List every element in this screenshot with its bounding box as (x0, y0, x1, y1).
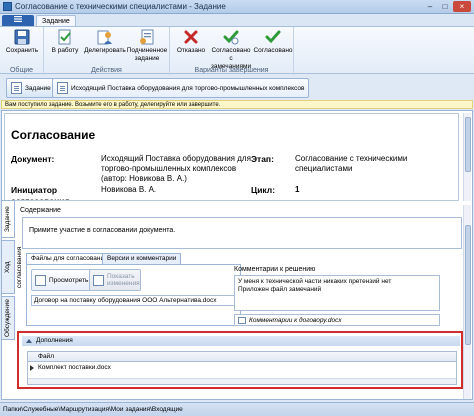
show-changes-icon (93, 274, 104, 286)
delegate-icon (97, 29, 113, 45)
show-changes-button[interactable]: Показать изменения (89, 269, 141, 291)
comments-label: Комментарии к решению (234, 266, 316, 273)
show-changes-label: Показать изменения (107, 273, 140, 287)
header-scrollbar[interactable] (463, 113, 471, 201)
view-icon (35, 274, 46, 286)
comments-attachment[interactable]: Комментарии к договору.docx (234, 314, 440, 326)
content-text: Примите участие в согласовании документа… (22, 217, 462, 249)
subtask-icon (139, 29, 155, 45)
rejected-button[interactable]: Отказано (170, 29, 212, 55)
subtask-label: Подчиненное задание (126, 47, 168, 62)
reject-x-icon (183, 29, 199, 45)
minimize-button[interactable]: – (423, 1, 437, 12)
comment-line: У меня к технической части никаких прете… (238, 278, 392, 285)
task-header: Согласование Документ: Исходящий Поставк… (4, 113, 459, 201)
view-file-label: Просмотреть (49, 276, 89, 284)
stage-value: Согласование с техническими специалистам… (295, 154, 408, 173)
subtab-versions-comments[interactable]: Версии и комментарии (102, 253, 182, 264)
main-scrollbar-thumb[interactable] (465, 225, 471, 345)
main-scrollbar[interactable] (463, 205, 471, 399)
doc-tab-outgoing-label: Исходящий Поставка оборудования для торг… (71, 84, 305, 92)
ribbon-tab-strip: Задание (0, 14, 474, 26)
outgoing-document-icon (57, 82, 68, 94)
content-label: Содержание (20, 207, 61, 214)
ribbon-group-actions-label: Действия (91, 67, 122, 74)
document-tab-strip: Задание Исходящий Поставка оборудования … (0, 75, 474, 99)
initiator-value: Новикова В. А. (101, 185, 157, 194)
view-file-button[interactable]: Просмотреть (31, 269, 93, 291)
grid-column-file[interactable]: Файл (28, 352, 456, 362)
additions-grid: Файл Комплект поставки.docx (27, 351, 457, 385)
title-bar: Согласование с техническими специалистам… (0, 0, 474, 14)
side-tab-approval-progress[interactable]: Ход согласования (1, 240, 23, 294)
approve-with-remarks-icon (223, 29, 239, 45)
file-menu-icon (14, 16, 22, 22)
document-label: Документ: (11, 154, 55, 164)
header-scrollbar-thumb[interactable] (465, 117, 471, 172)
additions-section: Дополнения Файл Комплект поставки.docx (17, 331, 463, 389)
file-menu-button[interactable] (2, 15, 34, 26)
stage-label: Этап: (251, 154, 274, 164)
ribbon-group-general: Сохранить Общие (0, 27, 44, 75)
take-to-work-label: В работу (51, 47, 79, 54)
ribbon-group-actions: В работу Делегировать Подчиненное задани… (44, 27, 170, 75)
delegate-label: Делегировать (84, 47, 126, 54)
comments-textarea[interactable]: У меня к технической части никаких прете… (234, 275, 440, 311)
info-bar: Вам поступило задание. Возьмите его в ра… (1, 100, 473, 109)
side-tab-task[interactable]: Задание (1, 200, 15, 238)
take-to-work-button[interactable]: В работу (44, 29, 86, 55)
save-label: Сохранить (5, 47, 39, 54)
app-icon (3, 2, 12, 11)
save-button[interactable]: Сохранить (1, 29, 43, 55)
side-tab-discussion[interactable]: Обсуждение (1, 296, 15, 340)
doc-tab-outgoing[interactable]: Исходящий Поставка оборудования для торг… (52, 78, 310, 98)
window-title: Согласование с техническими специалистам… (15, 2, 226, 11)
ribbon-group-completion: Отказано Согласовано с замечаниями Согла… (170, 27, 294, 75)
ribbon-group-general-label: Общие (9, 67, 34, 74)
attachment-icon (238, 317, 246, 324)
ribbon-group-completion-label: Варианты завершения (194, 67, 269, 74)
rejected-label: Отказано (176, 47, 206, 54)
grid-horizontal-scrollbar[interactable] (28, 378, 456, 384)
side-tab-strip: Задание Ход согласования Обсуждение (1, 200, 23, 340)
approved-with-remarks-button[interactable]: Согласовано с замечаниями (210, 29, 252, 71)
save-icon (14, 29, 30, 45)
approve-check-icon (265, 29, 281, 45)
file-list-item[interactable]: Договор на поставку оборудования ООО Аль… (31, 295, 236, 306)
delegate-button[interactable]: Делегировать (84, 29, 126, 55)
comment-line: Приложен файл замечаний (238, 286, 322, 293)
initiator-label: Инициатор согласования (11, 185, 70, 201)
approved-label: Согласовано (253, 47, 293, 54)
approved-button[interactable]: Согласовано (252, 29, 294, 55)
cycle-label: Цикл: (251, 185, 276, 195)
document-link[interactable]: Исходящий Поставка оборудования для торг… (101, 154, 251, 184)
subtab-files-for-approval[interactable]: Файлы для согласования (26, 253, 113, 264)
maximize-button[interactable]: □ (438, 1, 452, 12)
doc-tab-task[interactable]: Задание (6, 78, 56, 98)
files-panel: Просмотреть Показать изменения Договор н… (26, 264, 241, 326)
take-to-work-icon (57, 29, 73, 45)
status-bar-path: Папки\Служебные\Маршрутизация\Мои задани… (0, 402, 474, 416)
page-title: Согласование (11, 128, 96, 142)
subtask-button[interactable]: Подчиненное задание (126, 29, 168, 63)
additions-header[interactable]: Дополнения (22, 336, 460, 346)
task-document-icon (11, 82, 22, 94)
tab-task[interactable]: Задание (36, 15, 76, 26)
table-row[interactable]: Комплект поставки.docx (28, 363, 456, 373)
comments-attachment-label: Комментарии к договору.docx (249, 317, 342, 324)
ribbon: Сохранить Общие В работу Делегировать По… (0, 26, 474, 75)
cycle-value: 1 (295, 185, 300, 194)
close-button[interactable]: × (453, 1, 471, 12)
doc-tab-task-label: Задание (25, 84, 51, 92)
